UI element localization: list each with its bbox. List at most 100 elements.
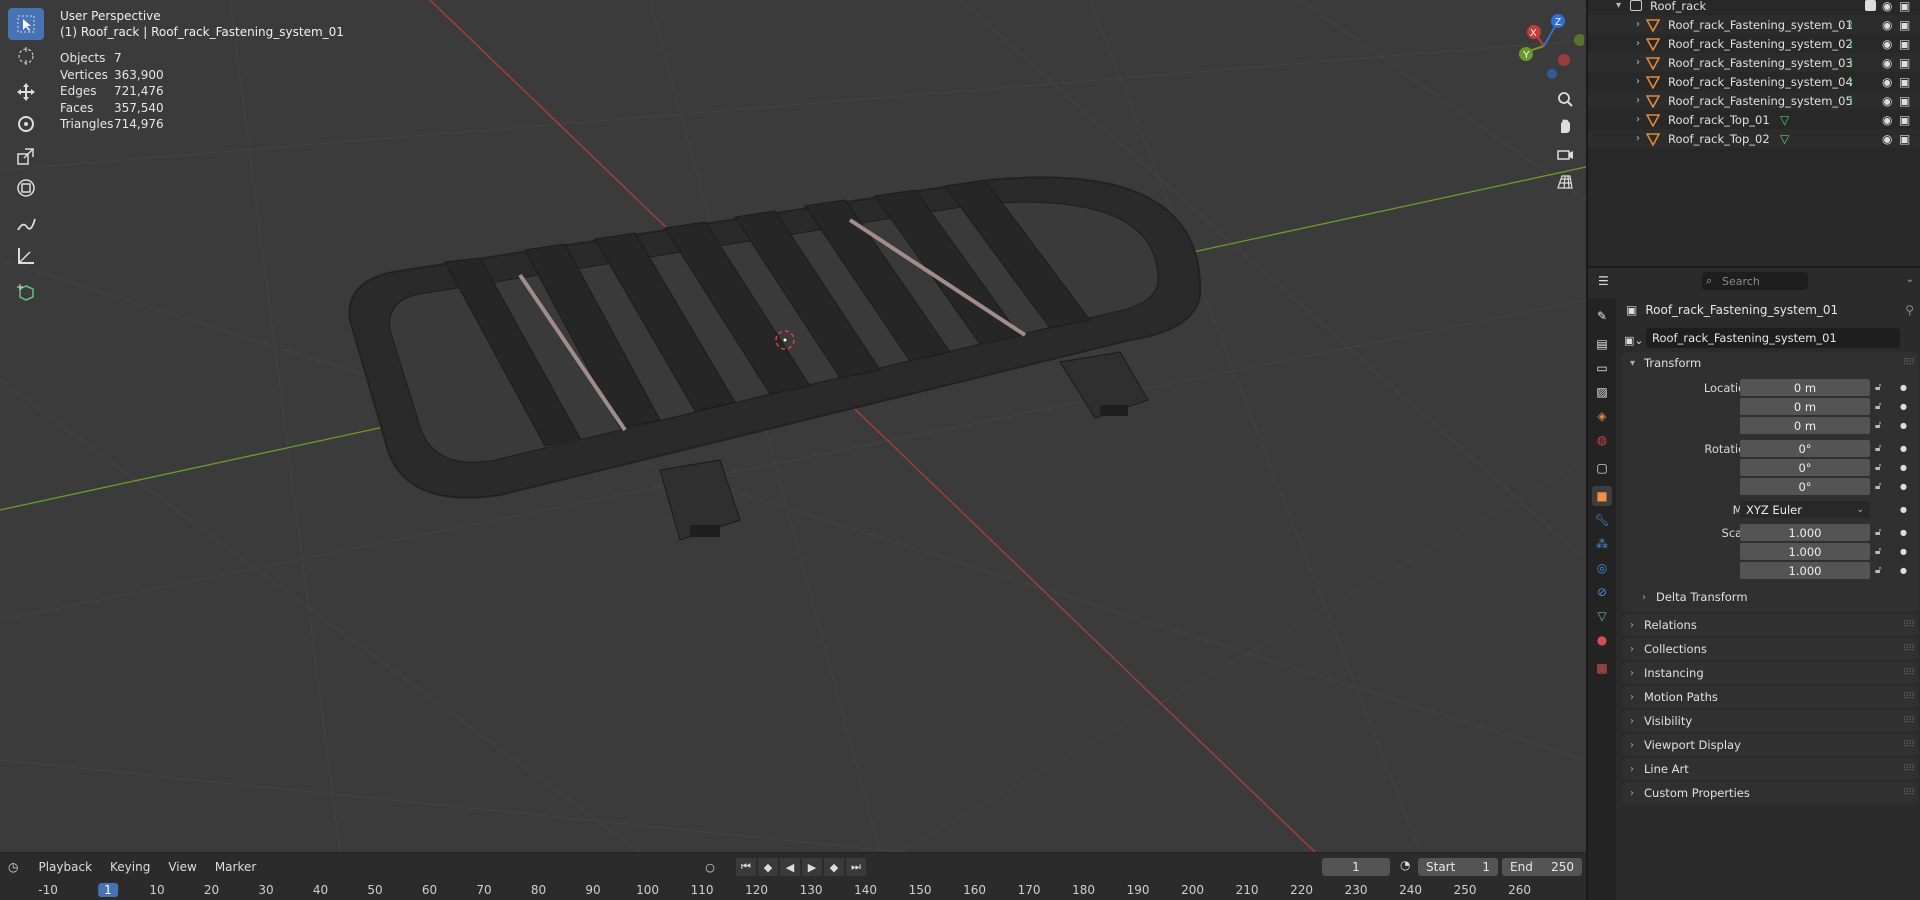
- pan-button[interactable]: [1552, 113, 1578, 139]
- scale-x-field[interactable]: 1.000: [1740, 524, 1870, 541]
- camera-render-icon[interactable]: ▣: [1899, 75, 1910, 89]
- jump-key-back-button[interactable]: ◆: [758, 858, 778, 876]
- outliner-item[interactable]: › Roof_rack_Fastening_system_01 ⌇ ◉ ▣: [1588, 15, 1920, 34]
- eye-icon[interactable]: ◉: [1882, 0, 1892, 13]
- end-frame-field[interactable]: End 250: [1502, 858, 1582, 876]
- drag-handle-icon[interactable]: ⠿⠿: [1903, 788, 1915, 798]
- scene-tab-icon[interactable]: ◈: [1592, 406, 1612, 426]
- panel-header[interactable]: › Motion Paths ⠿⠿: [1622, 686, 1918, 708]
- keyframe-dot-icon[interactable]: ●: [1900, 402, 1907, 411]
- object-name-field[interactable]: Roof_rack_Fastening_system_01: [1646, 328, 1900, 348]
- render-tab-icon[interactable]: ▤: [1592, 334, 1612, 354]
- lock-icon[interactable]: 🔓︎: [1875, 527, 1881, 538]
- output-tab-icon[interactable]: ▭: [1592, 358, 1612, 378]
- tool-tab-icon[interactable]: ✎: [1592, 306, 1612, 326]
- drag-handle-icon[interactable]: ⠿⠿: [1903, 764, 1915, 774]
- camera-render-icon[interactable]: ▣: [1899, 113, 1910, 127]
- camera-render-icon[interactable]: ▣: [1899, 37, 1910, 51]
- keyframe-dot-icon[interactable]: ●: [1900, 383, 1907, 392]
- object-tab-icon[interactable]: ■: [1592, 486, 1612, 506]
- panel-relations[interactable]: › Relations ⠿⠿: [1622, 614, 1918, 636]
- outliner-collection-row[interactable]: ▾ Roof_rack ◉ ▣: [1588, 0, 1920, 15]
- chevron-down-icon[interactable]: ⌄: [1906, 274, 1914, 285]
- scale-tool[interactable]: [8, 140, 44, 172]
- chevron-down-icon[interactable]: ▾: [1616, 0, 1621, 11]
- menu-playback[interactable]: Playback: [38, 860, 92, 874]
- menu-keying[interactable]: Keying: [110, 860, 150, 874]
- location-z-field[interactable]: 0 m: [1740, 417, 1870, 434]
- world-tab-icon[interactable]: ◍: [1592, 430, 1612, 450]
- collection-tab-icon[interactable]: ▢: [1592, 458, 1612, 478]
- drag-handle-icon[interactable]: ⠿⠿: [1903, 644, 1915, 654]
- search-input[interactable]: Search: [1702, 272, 1808, 290]
- keyframe-dot-icon[interactable]: ●: [1900, 444, 1907, 453]
- keyframe-dot-icon[interactable]: ●: [1900, 528, 1907, 537]
- panel-instancing[interactable]: › Instancing ⠿⠿: [1622, 662, 1918, 684]
- jump-key-forward-button[interactable]: ◆: [824, 858, 844, 876]
- drag-handle-icon[interactable]: ⠿⠿: [1903, 740, 1915, 750]
- lock-icon[interactable]: 🔓︎: [1875, 420, 1881, 431]
- menu-view[interactable]: View: [168, 860, 196, 874]
- lock-icon[interactable]: 🔓︎: [1875, 382, 1881, 393]
- frame-ruler[interactable]: -10 1 10 20 30 40 50 60 70 80 90 100 110 120 130 140 150…: [0, 881, 1586, 900]
- roof-rack-model[interactable]: [348, 176, 1202, 541]
- eye-icon[interactable]: ◉: [1882, 75, 1892, 89]
- jump-start-button[interactable]: ⏮: [736, 858, 756, 876]
- mesh-data-icon[interactable]: ▽: [1780, 113, 1789, 127]
- texture-tab-icon[interactable]: ▩: [1592, 658, 1612, 678]
- transform-tool[interactable]: [8, 172, 44, 204]
- select-box-tool[interactable]: [8, 8, 44, 40]
- panel-header[interactable]: › Visibility ⠿⠿: [1622, 710, 1918, 732]
- chevron-right-icon[interactable]: ›: [1636, 57, 1640, 68]
- toggle-ortho-button[interactable]: [1552, 169, 1578, 195]
- scene-canvas[interactable]: [0, 0, 1586, 852]
- play-reverse-button[interactable]: ◀: [780, 858, 800, 876]
- rotation-z-field[interactable]: 0°: [1740, 478, 1870, 495]
- add-cube-tool[interactable]: [8, 276, 44, 308]
- panel-header[interactable]: › Custom Properties ⠿⠿: [1622, 782, 1918, 804]
- panel-line-art[interactable]: › Line Art ⠿⠿: [1622, 758, 1918, 780]
- mesh-data-icon[interactable]: ⌇: [1848, 37, 1854, 51]
- pin-icon[interactable]: ⚲: [1905, 303, 1914, 317]
- mesh-data-icon[interactable]: ⌇: [1848, 18, 1854, 32]
- measure-tool[interactable]: [8, 240, 44, 272]
- delta-transform-subpanel[interactable]: › Delta Transform: [1622, 586, 1918, 608]
- material-tab-icon[interactable]: ●: [1592, 630, 1612, 650]
- panel-custom-properties[interactable]: › Custom Properties ⠿⠿: [1622, 782, 1918, 804]
- exclude-checkbox[interactable]: [1865, 0, 1876, 11]
- rotation-mode-select[interactable]: XYZ Euler ⌄: [1740, 501, 1870, 518]
- particles-tab-icon[interactable]: ⁂: [1592, 534, 1612, 554]
- lock-icon[interactable]: 🔓︎: [1875, 481, 1881, 492]
- editor-type-icon[interactable]: ☰: [1598, 274, 1609, 288]
- drag-handle-icon[interactable]: ⠿⠿: [1903, 668, 1915, 678]
- move-tool[interactable]: [8, 76, 44, 108]
- keyframe-dot-icon[interactable]: ●: [1900, 566, 1907, 575]
- auto-keying-icon[interactable]: ○: [700, 858, 720, 876]
- modifier-tab-icon[interactable]: 🔧︎: [1592, 510, 1612, 530]
- scale-z-field[interactable]: 1.000: [1740, 562, 1870, 579]
- lock-icon[interactable]: 🔓︎: [1875, 401, 1881, 412]
- mesh-data-icon[interactable]: ▽: [1780, 132, 1789, 146]
- annotate-tool[interactable]: [8, 208, 44, 240]
- location-x-field[interactable]: 0 m: [1740, 379, 1870, 396]
- eye-icon[interactable]: ◉: [1882, 132, 1892, 146]
- 3d-viewport[interactable]: User Perspective (1) Roof_rack | Roof_ra…: [0, 0, 1586, 852]
- eye-icon[interactable]: ◉: [1882, 37, 1892, 51]
- mesh-data-icon[interactable]: ⌇: [1848, 94, 1854, 108]
- navigation-gizmo[interactable]: Z Y X: [1494, 8, 1584, 88]
- keyframe-dot-icon[interactable]: ●: [1900, 463, 1907, 472]
- panel-header[interactable]: › Collections ⠿⠿: [1622, 638, 1918, 660]
- current-frame-field[interactable]: 1: [1322, 858, 1390, 876]
- menu-marker[interactable]: Marker: [215, 860, 256, 874]
- rotation-x-field[interactable]: 0°: [1740, 440, 1870, 457]
- panel-visibility[interactable]: › Visibility ⠿⠿: [1622, 710, 1918, 732]
- drag-handle-icon[interactable]: ⠿⠿: [1903, 358, 1915, 368]
- eye-icon[interactable]: ◉: [1882, 113, 1892, 127]
- outliner-item[interactable]: › Roof_rack_Fastening_system_03 ⌇ ◉ ▣: [1588, 53, 1920, 72]
- chevron-right-icon[interactable]: ›: [1636, 76, 1640, 87]
- panel-header[interactable]: › Line Art ⠿⠿: [1622, 758, 1918, 780]
- chevron-right-icon[interactable]: ›: [1636, 95, 1640, 106]
- panel-header[interactable]: › Viewport Display ⠿⠿: [1622, 734, 1918, 756]
- drag-handle-icon[interactable]: ⠿⠿: [1903, 692, 1915, 702]
- cursor-tool[interactable]: [8, 40, 44, 72]
